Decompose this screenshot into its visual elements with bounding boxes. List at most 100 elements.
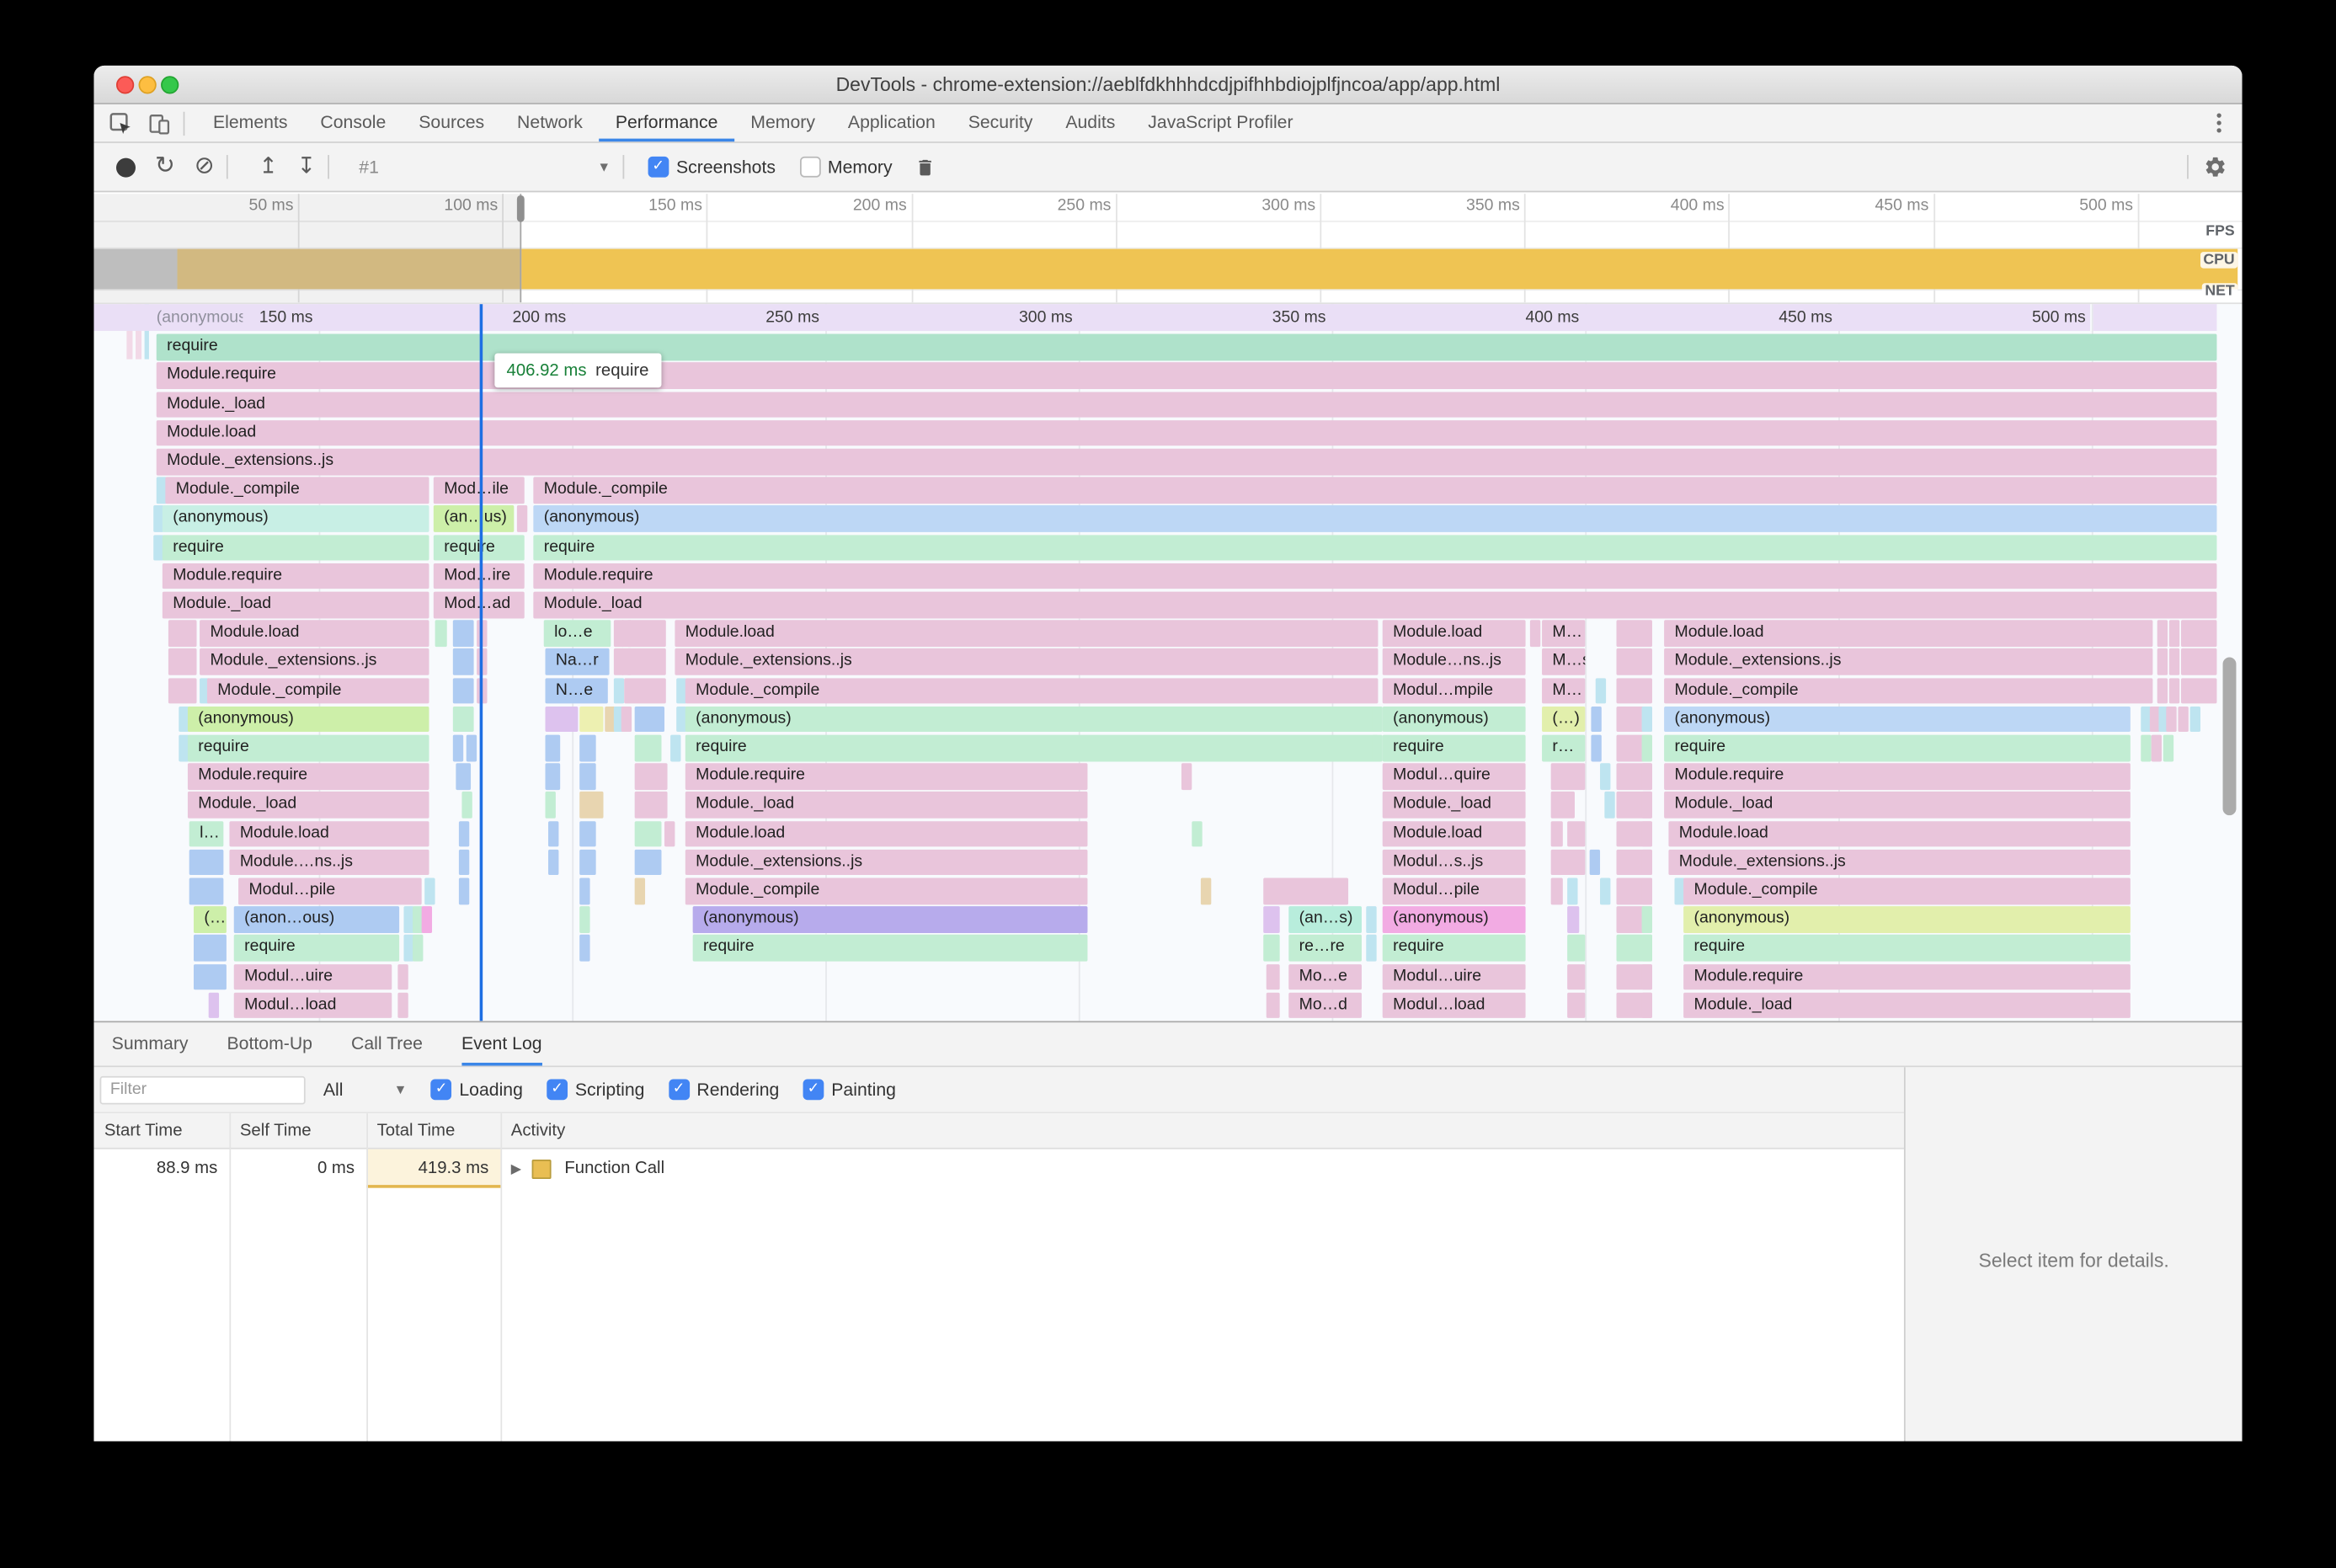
memory-checkbox[interactable]: Memory [799,156,893,178]
flame-bar[interactable] [579,935,590,962]
flame-bar[interactable] [621,706,632,733]
screenshots-checkbox[interactable]: ✓ Screenshots [648,156,776,178]
inspect-element-icon[interactable] [109,111,132,135]
tab-bottom-up[interactable]: Bottom-Up [227,1022,312,1065]
flame-bar[interactable]: Module._compile [165,477,429,504]
tab-performance[interactable]: Performance [599,104,734,142]
flame-bar[interactable] [2151,734,2163,761]
timeline-overview[interactable]: 50 ms 100 ms 150 ms 200 ms 250 ms 300 ms 350 m… [93,194,2243,303]
column-header-self-time[interactable]: Self Time [229,1122,366,1139]
flame-bar[interactable] [208,992,220,1019]
flame-bar[interactable] [1641,935,1652,962]
reload-and-profile-icon[interactable]: ↻ [155,154,175,179]
flame-bar[interactable]: (anon…ous) [233,906,400,933]
flame-bar[interactable] [1641,792,1652,819]
flame-bar[interactable]: Modul…mpile [1382,677,1526,704]
column-divider[interactable] [366,1113,368,1442]
flame-bar[interactable] [1263,877,1349,904]
flame-bar[interactable] [2181,677,2217,704]
flame-bar[interactable] [168,648,197,675]
checkbox-checked-icon[interactable]: ✓ [430,1079,452,1101]
flame-bar[interactable]: require [162,534,429,561]
flame-bar[interactable]: (anonymous) [1664,706,2131,733]
flame-bar[interactable] [1567,877,1578,904]
flame-bar[interactable]: Module.…ns..js [229,849,429,876]
flame-bar[interactable] [1641,849,1652,876]
flame-bar[interactable]: r… [1542,734,1586,761]
flame-bar[interactable] [435,620,447,647]
flame-bar[interactable]: (…) [1542,706,1586,733]
more-options-icon[interactable] [2208,113,2231,133]
flame-bar[interactable]: require [1382,935,1526,962]
flame-bar[interactable] [1266,963,1280,990]
flame-bar[interactable] [634,763,668,790]
flame-bar[interactable]: Modul…pile [238,877,422,904]
flame-bar[interactable] [1372,734,1383,761]
checkbox-checked-icon[interactable]: ✓ [547,1079,568,1101]
flame-bar[interactable] [579,763,596,790]
flame-bar[interactable]: (anonymous) [187,706,429,733]
flame-bar[interactable] [1181,763,1192,790]
flame-bar[interactable]: (anonymous) [685,706,1379,733]
duration-filter-dropdown-icon[interactable]: ▼ [394,1082,408,1097]
flame-bar[interactable]: (an…s) [1288,906,1362,933]
flame-bar[interactable]: Module.require [1683,963,2131,990]
flame-bar[interactable] [452,706,474,733]
flame-bar[interactable] [1616,620,1652,647]
flame-bar[interactable] [1200,877,1212,904]
flame-bar[interactable] [627,620,666,647]
flame-bar[interactable] [1567,906,1580,933]
flame-bar[interactable] [1641,820,1652,847]
flame-bar[interactable] [579,734,596,761]
flame-bar[interactable]: require [692,935,1088,962]
flame-bar[interactable] [1616,648,1652,675]
flame-bar[interactable] [189,877,224,904]
checkbox-checked-icon[interactable]: ✓ [668,1079,690,1101]
flame-bar[interactable] [545,734,561,761]
flame-bar[interactable] [634,792,668,819]
flame-bar[interactable]: Module.require [156,362,2217,389]
flame-bar[interactable] [1600,877,1611,904]
column-header-activity[interactable]: Activity [500,1122,1904,1139]
flame-chart[interactable]: require Module.require Module._load Module.… [93,302,2243,1021]
checkbox-checked-icon[interactable]: ✓ [803,1079,824,1101]
loading-checkbox[interactable]: ✓ Loading [430,1079,523,1101]
flame-header-bar[interactable] [2093,304,2217,331]
flame-bar[interactable]: Module.load [675,620,1379,647]
flame-bar[interactable]: Mo…e [1288,963,1362,990]
flame-bar[interactable]: (anonymous) [692,906,1088,933]
flame-bar[interactable]: require [233,935,400,962]
flame-bar[interactable] [634,849,662,876]
flame-bar[interactable] [1589,849,1601,876]
flame-bar[interactable]: Module.load [229,820,429,847]
flame-bar[interactable] [634,706,665,733]
column-divider[interactable] [229,1113,232,1442]
garbage-collect-icon[interactable] [913,155,936,179]
record-button[interactable] [115,157,136,177]
tab-audits[interactable]: Audits [1049,104,1132,141]
flame-bar[interactable]: Na…r [545,648,610,675]
flame-bar[interactable] [2168,620,2180,647]
flame-bar[interactable] [2189,706,2201,733]
titlebar[interactable]: DevTools - chrome-extension://aeblfdkhhh… [93,65,2243,104]
table-row[interactable]: 88.9 ms 0 ms 419.3 ms ▶ Function Call [93,1149,1903,1188]
flame-bar[interactable] [1591,706,1602,733]
flame-bar[interactable]: Modul…uire [1382,963,1526,990]
tab-call-tree[interactable]: Call Tree [351,1022,423,1065]
flame-bar[interactable]: M… [1542,677,1586,704]
flame-bar[interactable]: Module.load [1668,820,2131,847]
flame-bar[interactable] [1550,820,1563,847]
flame-bar[interactable] [168,620,197,647]
flame-bar[interactable]: Module._extensions..js [1668,849,2131,876]
flame-bar[interactable] [634,877,646,904]
save-profile-icon[interactable]: ↧ [297,154,316,179]
flame-bar[interactable]: (anonymous) [1382,906,1526,933]
flame-bar[interactable] [1567,935,1586,962]
flame-bar[interactable] [1366,906,1377,933]
flame-bar[interactable] [452,677,474,704]
flame-bar[interactable] [1567,963,1586,990]
flame-bar[interactable] [627,648,666,675]
flame-bar[interactable] [2157,620,2168,647]
settings-gear-icon[interactable] [2204,155,2227,179]
flame-bar[interactable]: Module._compile [206,677,429,704]
